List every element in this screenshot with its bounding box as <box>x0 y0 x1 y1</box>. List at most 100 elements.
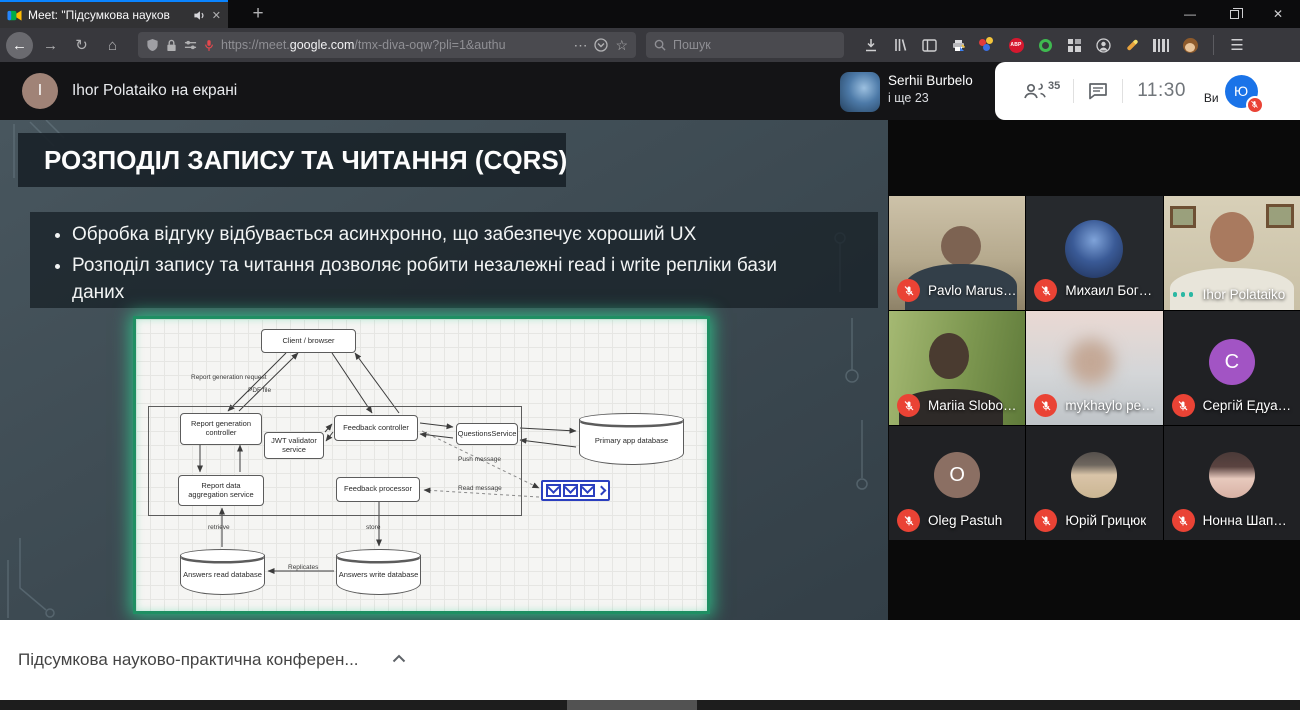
print-extension-icon[interactable] <box>949 36 967 54</box>
participants-count: 35 <box>1048 80 1060 92</box>
participant-preview-thumbnail[interactable] <box>840 72 880 112</box>
grid-extension-icon[interactable] <box>1065 36 1083 54</box>
meeting-title[interactable]: Підсумкова науково-практична конферен... <box>18 620 359 700</box>
participant-name: Нонна Шап… <box>1203 513 1287 528</box>
menu-icon[interactable]: ☰ <box>1228 36 1246 54</box>
new-tab-button[interactable]: + <box>244 0 272 28</box>
mic-muted-badge <box>897 509 920 532</box>
avatar-initial: O <box>934 452 980 498</box>
tile-oleg-pastuh[interactable]: O Oleg Pastuh <box>889 426 1025 540</box>
url-host: google.com <box>290 38 355 52</box>
you-avatar-letter: Ю <box>1234 83 1248 99</box>
meet-header: I Ihor Polataiko на екрані Serhii Burbel… <box>0 62 1300 120</box>
edge-label-report-request: Report generation request <box>191 374 267 381</box>
sidebar-icon[interactable] <box>920 36 938 54</box>
url-path: /tmx-diva-oqw?pli=1&authu <box>354 38 505 52</box>
fence-extension-icon[interactable] <box>1152 36 1170 54</box>
toolbar-extension-icons: ABP ☰ <box>862 35 1246 55</box>
edge-label-read-message: Read message <box>458 485 502 492</box>
tile-nonna-shap[interactable]: Нонна Шап… <box>1164 426 1300 540</box>
participant-name: Oleg Pastuh <box>928 513 1002 528</box>
participants-panel: Pavlo Marus… Михаил Бог… Ihor Polataiko <box>888 120 1300 620</box>
slide-title: РОЗПОДІЛ ЗАПИСУ ТА ЧИТАННЯ (CQRS) <box>18 133 566 187</box>
account-icon[interactable] <box>1094 36 1112 54</box>
colored-balls-extension-icon[interactable] <box>978 36 996 54</box>
node-client: Client / browser <box>261 329 356 353</box>
scrollbar-thumb[interactable] <box>567 700 697 710</box>
tab-title: Meet: "Підсумкова науков <box>28 8 187 22</box>
url-bar[interactable]: https://meet.google.com/tmx-diva-oqw?pli… <box>138 32 636 58</box>
meet-favicon <box>7 8 22 23</box>
pencil-extension-icon[interactable] <box>1123 36 1141 54</box>
panel-divider <box>1122 79 1123 103</box>
reload-button[interactable]: ↻ <box>68 32 95 59</box>
download-icon[interactable] <box>862 36 880 54</box>
panel-divider <box>1073 79 1074 103</box>
call-bar: Підсумкова науково-практична конферен...… <box>0 620 1300 700</box>
chat-button[interactable] <box>1088 82 1108 100</box>
adblock-plus-icon[interactable]: ABP <box>1007 36 1025 54</box>
meet-header-panel: 35 11:30 Ви Ю <box>995 62 1300 120</box>
node-feedback-processor: Feedback processor <box>336 477 420 502</box>
restore-button[interactable] <box>1212 0 1256 28</box>
tab-close-icon[interactable]: ✕ <box>212 9 221 22</box>
participant-preview-more: і ще 23 <box>888 91 929 105</box>
bullet-item: Розподіл запису та читання дозволяє роби… <box>72 253 790 307</box>
bullet-item: Обробка відгуку відбувається асинхронно,… <box>72 222 790 249</box>
library-icon[interactable] <box>891 36 909 54</box>
slide-bullets: Обробка відгуку відбувається асинхронно,… <box>30 212 878 308</box>
avatar-initial: С <box>1209 339 1255 385</box>
tab-bar: Meet: "Підсумкова науков ✕ + — ✕ <box>0 0 1300 28</box>
avatar-photo <box>1071 452 1117 498</box>
forward-button[interactable]: → <box>37 32 64 59</box>
monkey-extension-icon[interactable] <box>1181 36 1199 54</box>
node-report-generation-controller: Report generation controller <box>180 413 262 445</box>
search-box[interactable]: Пошук <box>646 32 844 58</box>
node-feedback-controller: Feedback controller <box>334 415 418 441</box>
back-button[interactable]: ← <box>6 32 33 59</box>
chevron-up-icon[interactable] <box>392 654 406 663</box>
message-queue-icon <box>541 480 610 501</box>
participant-name: Михаил Бог… <box>1065 283 1152 298</box>
url-text[interactable]: https://meet.google.com/tmx-diva-oqw?pli… <box>221 38 566 52</box>
bookmark-star-icon[interactable]: ☆ <box>615 37 628 54</box>
node-answers-write-database: Answers write database <box>336 549 421 595</box>
shield-icon[interactable] <box>146 38 159 52</box>
permissions-icon[interactable] <box>184 39 197 51</box>
lock-icon[interactable] <box>166 39 177 52</box>
tile-ihor-polataiko[interactable]: Ihor Polataiko <box>1164 196 1300 310</box>
mic-muted-badge <box>1034 509 1057 532</box>
mic-in-use-icon[interactable] <box>204 39 214 52</box>
edge-label-replicates: Replicates <box>288 564 318 571</box>
tile-mykhail-bog[interactable]: Михаил Бог… <box>1026 196 1162 310</box>
tile-serhii-edua[interactable]: С Сергій Едуа… <box>1164 311 1300 425</box>
tab-audio-icon[interactable] <box>193 9 206 22</box>
node-primary-app-database: Primary app database <box>579 413 684 465</box>
green-ring-extension-icon[interactable] <box>1036 36 1054 54</box>
you-avatar[interactable]: Ю <box>1225 75 1258 108</box>
tile-yurii-hrytsiuk[interactable]: Юрій Грицюк <box>1026 426 1162 540</box>
cqrs-architecture-diagram: Client / browser Report generation contr… <box>133 316 710 614</box>
close-button[interactable]: ✕ <box>1256 0 1300 28</box>
horizontal-scrollbar <box>0 700 1300 710</box>
tab-meet[interactable]: Meet: "Підсумкова науков ✕ <box>0 0 228 28</box>
node-report-data-aggregation-service: Report data aggregation service <box>178 475 264 506</box>
avatar-photo <box>1065 220 1123 278</box>
node-questions-service: QuestionsService <box>456 423 518 445</box>
participants-button[interactable]: 35 <box>1023 82 1059 100</box>
you-label: Ви <box>1204 91 1219 105</box>
pocket-icon[interactable] <box>594 38 608 52</box>
page-actions-icon[interactable]: ⋯ <box>573 37 587 54</box>
home-button[interactable]: ⌂ <box>99 32 126 59</box>
minimize-button[interactable]: — <box>1168 0 1212 28</box>
mic-muted-badge <box>897 394 920 417</box>
nav-toolbar: ← → ↻ ⌂ https://meet.google.com/tmx-diva… <box>0 28 1300 62</box>
participant-name: Mariia Slobo… <box>928 398 1017 413</box>
tile-pavlo-marus[interactable]: Pavlo Marus… <box>889 196 1025 310</box>
participant-name: Сергій Едуа… <box>1203 398 1291 413</box>
search-icon <box>654 39 666 51</box>
tile-mykhaylo-pe[interactable]: mykhaylo pe… <box>1026 311 1162 425</box>
participants-grid: Pavlo Marus… Михаил Бог… Ihor Polataiko <box>889 196 1300 540</box>
tile-mariia-slobo[interactable]: Mariia Slobo… <box>889 311 1025 425</box>
chat-icon <box>1088 82 1108 100</box>
